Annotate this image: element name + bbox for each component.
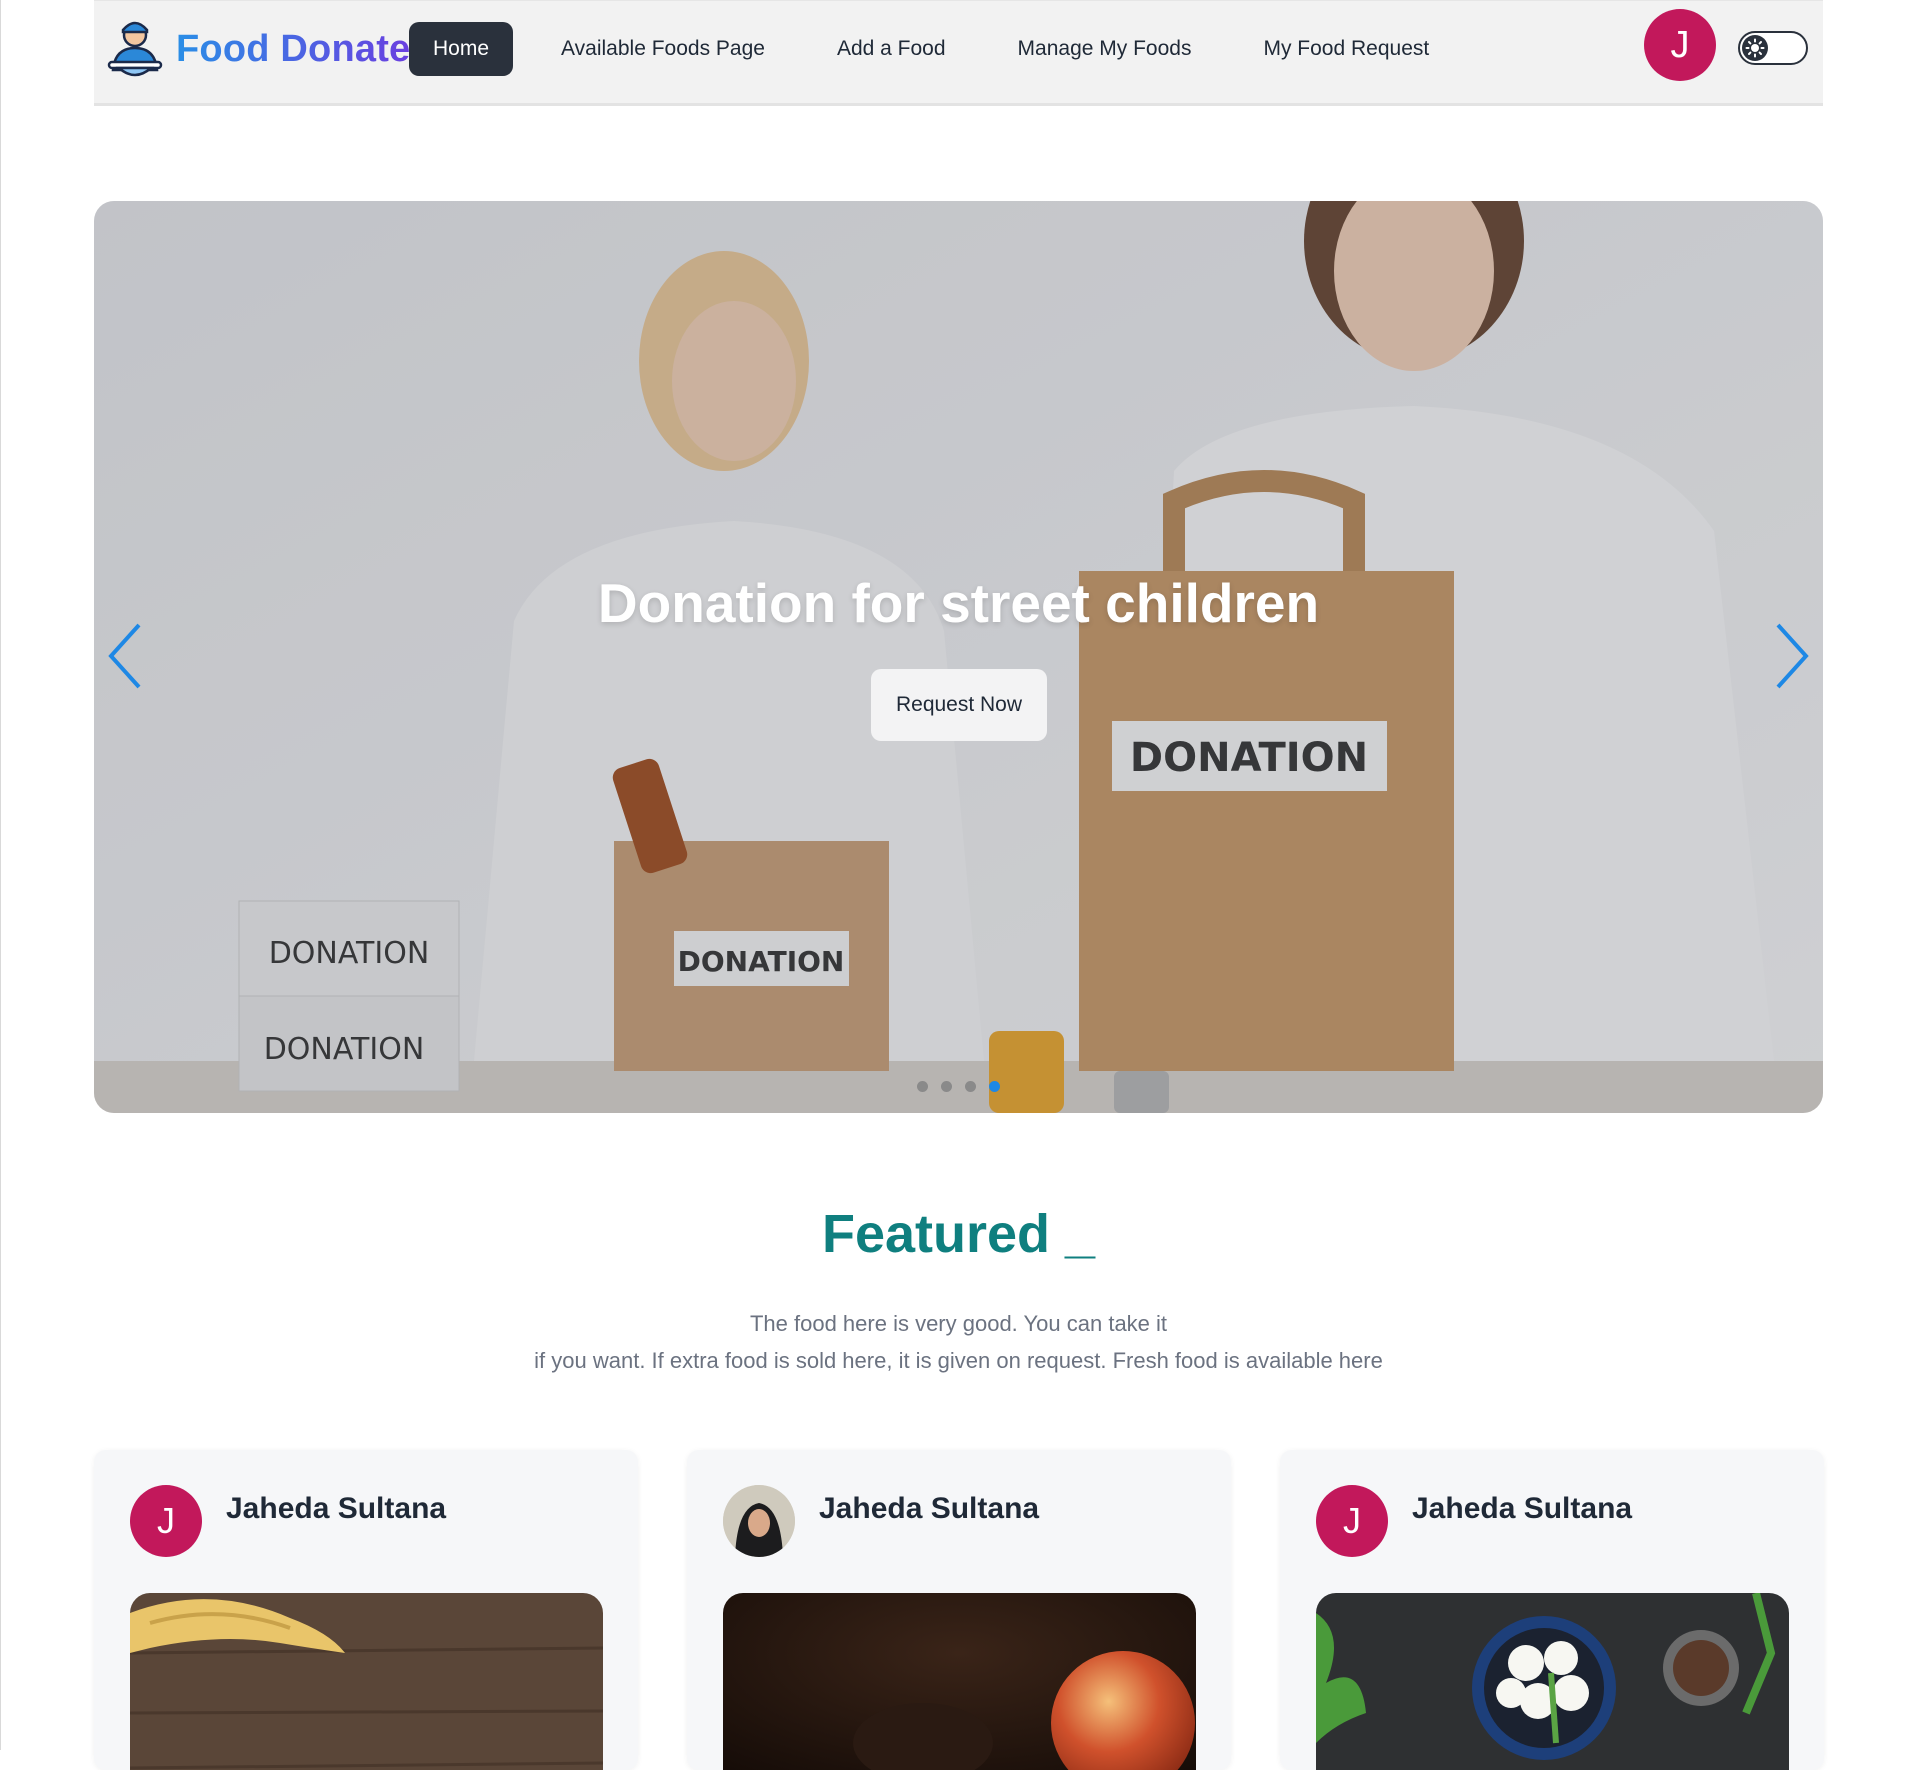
food-card[interactable]: J Jaheda Sultana — [94, 1450, 638, 1770]
food-image-bananas — [130, 1593, 603, 1770]
carousel-dot[interactable] — [917, 1081, 928, 1092]
donor-avatar: J — [1316, 1485, 1388, 1557]
nav-available-foods[interactable]: Available Foods Page — [537, 22, 789, 76]
request-now-button[interactable]: Request Now — [871, 669, 1047, 741]
nav-add-food[interactable]: Add a Food — [813, 22, 970, 76]
navbar: Food Donate Home Available Foods Page Ad… — [94, 0, 1823, 106]
user-avatar[interactable]: J — [1644, 9, 1716, 81]
nav-manage-foods[interactable]: Manage My Foods — [994, 22, 1216, 76]
food-card[interactable]: J Jaheda Sultana — [1280, 1450, 1824, 1770]
donor-avatar: J — [130, 1485, 202, 1557]
brand-name: Food Donate — [176, 27, 411, 70]
page-edge — [0, 0, 1, 1750]
brand-logo[interactable]: Food Donate — [105, 18, 410, 80]
featured-subtitle: The food here is very good. You can take… — [0, 1305, 1917, 1379]
carousel-dot-active[interactable] — [989, 1081, 1000, 1092]
chevron-right-icon[interactable] — [1771, 621, 1811, 691]
nav-home[interactable]: Home — [409, 22, 514, 76]
hero-carousel: DONATION DONATION DONATION DONATION Dona… — [94, 201, 1823, 1113]
food-image-mozzarella — [1316, 1593, 1789, 1770]
donor-name: Jaheda Sultana — [819, 1492, 1040, 1525]
delivery-person-icon — [107, 21, 163, 77]
donor-name: Jaheda Sultana — [1412, 1492, 1633, 1525]
featured-subtitle-line2: if you want. If extra food is sold here,… — [534, 1348, 1383, 1373]
food-image-apples — [723, 1593, 1196, 1770]
carousel-pagination — [917, 1081, 1013, 1092]
theme-toggle[interactable] — [1738, 31, 1808, 65]
carousel-dot[interactable] — [965, 1081, 976, 1092]
nav-links: Home Available Foods Page Add a Food Man… — [409, 22, 1477, 76]
carousel-dot[interactable] — [941, 1081, 952, 1092]
donor-avatar-photo — [723, 1485, 795, 1557]
hero-overlay — [94, 201, 1823, 1113]
featured-subtitle-line1: The food here is very good. You can take… — [749, 1311, 1168, 1336]
nav-food-request[interactable]: My Food Request — [1239, 22, 1453, 76]
hero-title: Donation for street children — [597, 572, 1320, 634]
food-card[interactable]: Jaheda Sultana — [687, 1450, 1231, 1770]
chevron-left-icon[interactable] — [106, 621, 146, 691]
donor-name: Jaheda Sultana — [226, 1492, 447, 1525]
sun-icon — [1742, 35, 1768, 61]
featured-title: Featured _ — [821, 1204, 1096, 1264]
